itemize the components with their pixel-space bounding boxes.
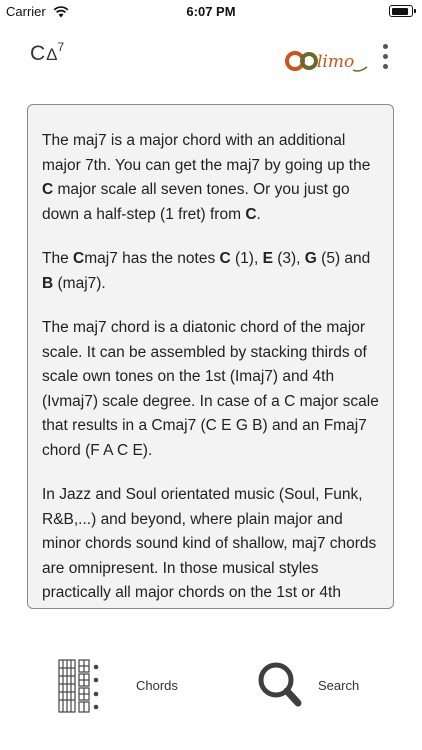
more-menu-button[interactable] bbox=[378, 44, 392, 74]
chord-root: C bbox=[30, 42, 46, 65]
svg-text:limo: limo bbox=[317, 52, 354, 72]
chord-chart-icon[interactable] bbox=[57, 658, 101, 714]
text-run: (3), bbox=[272, 250, 305, 267]
note-name: E bbox=[262, 250, 273, 267]
text-run: maj7 has the notes bbox=[84, 250, 220, 267]
description-paragraph-4: In Jazz and Soul orientated music (Soul,… bbox=[42, 486, 377, 601]
note-name: C bbox=[42, 181, 54, 198]
chord-extension: 7 bbox=[57, 40, 65, 54]
text-run: . bbox=[256, 205, 261, 223]
note-name: C bbox=[245, 205, 257, 223]
status-bar: Carrier 6:07 PM bbox=[0, 0, 422, 24]
tab-chords[interactable]: Chords bbox=[136, 678, 178, 693]
chord-description-text: The maj7 is a major chord with an additi… bbox=[28, 105, 393, 608]
text-run: The bbox=[42, 250, 74, 267]
description-paragraph-3: The maj7 chord is a diatonic chord of th… bbox=[42, 319, 379, 459]
note-name: C bbox=[73, 250, 85, 267]
tab-search[interactable]: Search bbox=[318, 678, 359, 693]
description-paragraph-2: The Cmaj7 has the notes C (1), E (3), G … bbox=[42, 247, 379, 296]
dot bbox=[382, 44, 388, 49]
note-name: C bbox=[219, 250, 231, 267]
chord-name: CΔ7 bbox=[30, 40, 65, 66]
dot bbox=[382, 54, 388, 59]
text-run: major scale all seven tones. Or you just… bbox=[42, 181, 350, 223]
text-run: The maj7 is a major chord with an additi… bbox=[42, 132, 371, 174]
note-name: G bbox=[304, 250, 317, 267]
text-run: (5) and bbox=[316, 250, 371, 267]
oolimo-logo[interactable]: limo bbox=[285, 46, 369, 74]
text-run: (maj7). bbox=[53, 274, 106, 292]
search-icon[interactable] bbox=[256, 660, 302, 708]
text-run: (1), bbox=[230, 250, 263, 267]
description-paragraph-1: The maj7 is a major chord with an additi… bbox=[42, 129, 379, 227]
chord-description-card[interactable]: The maj7 is a major chord with an additi… bbox=[27, 104, 394, 609]
dot bbox=[382, 64, 388, 69]
note-name: B bbox=[42, 274, 54, 292]
battery-icon bbox=[389, 5, 416, 17]
battery-level bbox=[391, 7, 409, 15]
chord-quality: Δ bbox=[46, 45, 58, 64]
clock: 6:07 PM bbox=[186, 4, 236, 19]
